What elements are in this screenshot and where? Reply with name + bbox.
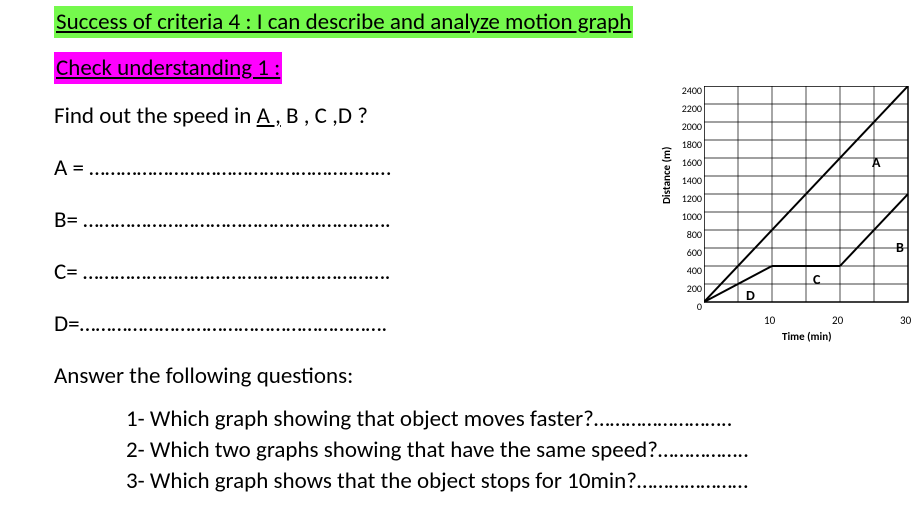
question-3[interactable]: 3- Which graph shows that the object sto… bbox=[126, 466, 888, 497]
question-2[interactable]: 2- Which two graphs showing that have th… bbox=[126, 435, 888, 466]
followup-heading: Answer the following questions: bbox=[54, 362, 888, 390]
chart-svg bbox=[704, 86, 914, 312]
series-label-C: C bbox=[813, 271, 820, 288]
question-list: 1- Which graph showing that object moves… bbox=[54, 404, 888, 497]
success-criteria-title: Success of criteria 4 : I can describe a… bbox=[54, 6, 633, 38]
distance-time-chart: Distance (m) Time (min) 2400 2200 2000 1… bbox=[662, 80, 920, 342]
prompt-a-underlined: A , bbox=[257, 102, 281, 130]
question-1[interactable]: 1- Which graph showing that object moves… bbox=[126, 404, 888, 435]
prompt-pre: Find out the speed in bbox=[54, 102, 257, 130]
series-label-D: D bbox=[746, 287, 755, 304]
chart-x-axis-label: Time (min) bbox=[782, 330, 832, 343]
series-label-A: A bbox=[872, 154, 880, 171]
series-label-B: B bbox=[896, 239, 904, 256]
check-understanding-heading: Check understanding 1 : bbox=[54, 52, 282, 84]
prompt-rest: B , C ,D ? bbox=[281, 102, 368, 130]
chart-y-ticks: 2400 2200 2000 1800 1600 1400 1200 1000 … bbox=[672, 82, 702, 316]
worksheet-page: Success of criteria 4 : I can describe a… bbox=[0, 0, 924, 522]
